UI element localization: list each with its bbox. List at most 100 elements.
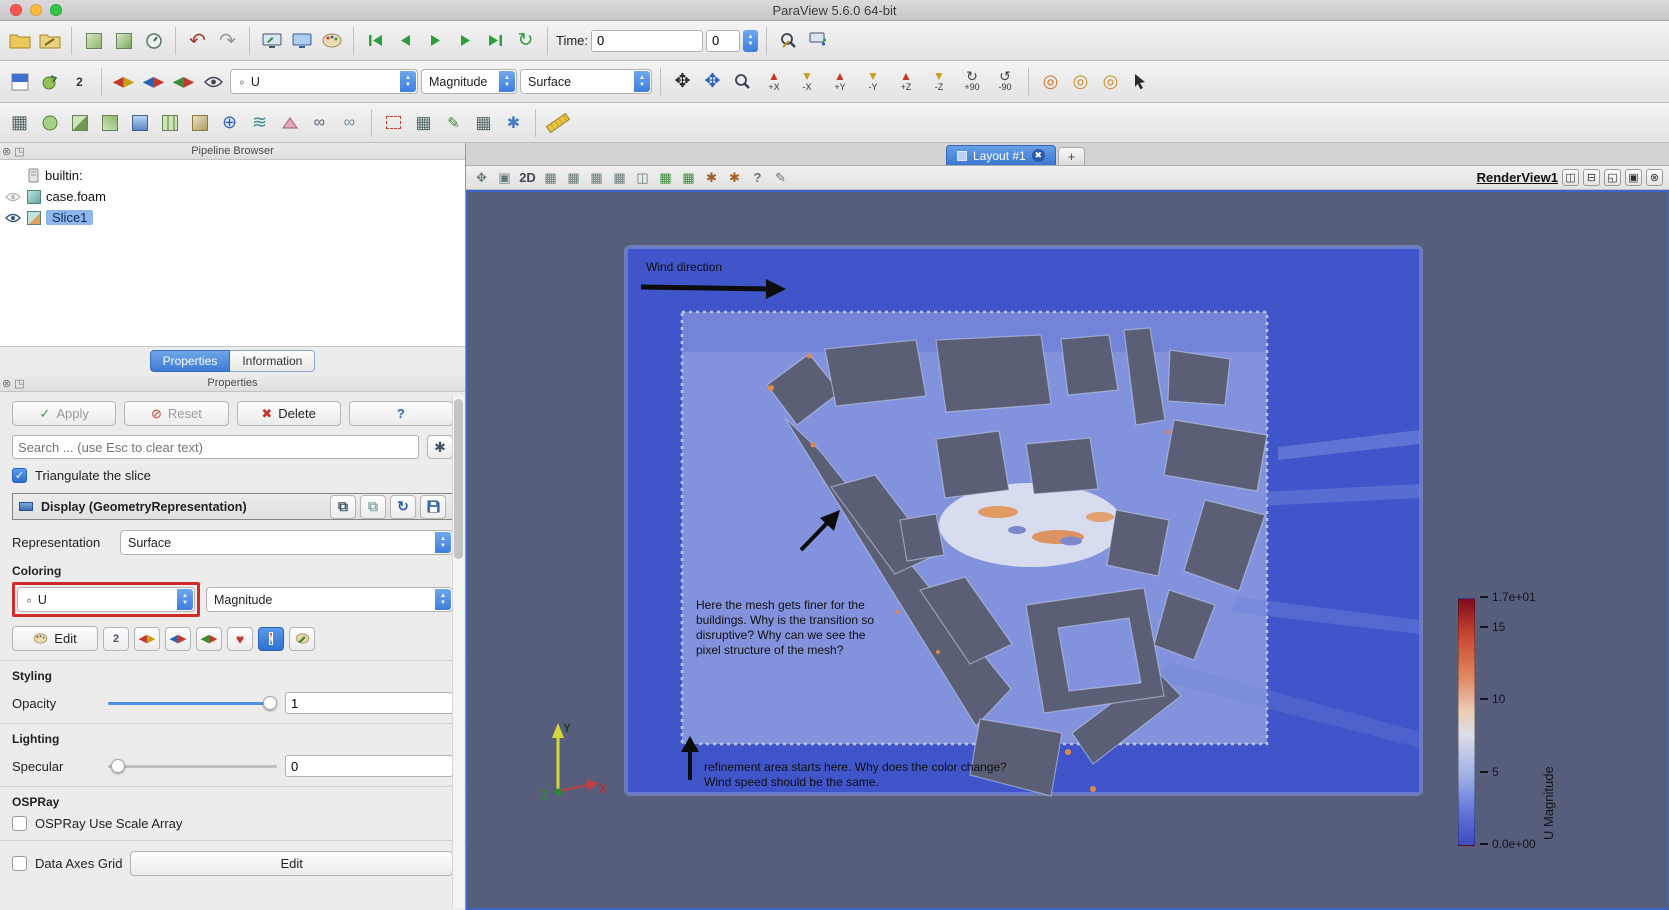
rescale-temporal-range-button[interactable]: ◀ ▶ — [196, 626, 222, 651]
threshold-icon[interactable] — [126, 109, 153, 136]
color-palette-icon[interactable] — [318, 27, 345, 54]
select-block-icon[interactable]: ◫ — [633, 168, 652, 187]
color-swatch-icon[interactable] — [6, 68, 33, 95]
rescale-visible-range-icon[interactable] — [200, 68, 227, 95]
layout-tab[interactable]: Layout #1 ✖ — [946, 145, 1056, 165]
data-axes-grid-checkbox[interactable] — [12, 856, 27, 871]
adjust-camera-icon[interactable]: ✥ — [472, 168, 491, 187]
hover-points-icon[interactable]: ✱ — [500, 109, 527, 136]
calculator-icon[interactable] — [36, 109, 63, 136]
pipeline-item-builtin[interactable]: builtin: — [0, 165, 465, 186]
group-datasets-icon[interactable]: ∞ — [306, 109, 333, 136]
rescale-custom-range-button[interactable]: ◀ ▶ — [165, 626, 191, 651]
spreadsheet-icon[interactable]: ▦ — [6, 109, 33, 136]
select-surface-points-icon[interactable]: ▦ — [564, 168, 583, 187]
reset-button[interactable]: ⊘ Reset — [124, 401, 229, 426]
view-minus-x-button[interactable]: ▼ -X — [792, 67, 822, 97]
color-legend-bar[interactable] — [1458, 598, 1475, 846]
scalar-coloring-icon[interactable] — [36, 68, 63, 95]
close-layout-tab-icon[interactable]: ✖ — [1031, 149, 1045, 162]
split-horizontal-button[interactable]: ◫ — [1562, 169, 1579, 186]
rescale-data-range-button[interactable]: ◀ ▶ — [134, 626, 160, 651]
hover-cells-icon[interactable]: ▦ — [470, 109, 497, 136]
specular-slider[interactable] — [108, 758, 277, 774]
select-frustum-points-icon[interactable]: ▦ — [610, 168, 629, 187]
pick-center-button[interactable]: ◎ — [1067, 68, 1094, 95]
edit-selection-icon[interactable]: ✎ — [771, 168, 790, 187]
ruler-icon[interactable] — [544, 109, 571, 136]
close-pipeline-panel-icon[interactable]: ⊗ — [2, 144, 11, 160]
view-plus-x-button[interactable]: ▲ +X — [759, 67, 789, 97]
component-combo[interactable]: Magnitude ▲ ▼ — [421, 69, 517, 94]
rotate-90-cw-button[interactable]: ↻ +90 — [957, 67, 987, 97]
visibility-eye-icon[interactable] — [5, 212, 22, 224]
time-input[interactable] — [591, 29, 704, 52]
show-center-axes-toggle[interactable]: ◎ — [1037, 68, 1064, 95]
specular-input[interactable] — [285, 755, 453, 777]
interactive-select-icon[interactable]: ✎ — [440, 109, 467, 136]
properties-scrollbar[interactable] — [452, 395, 464, 908]
zoom-to-data-icon[interactable]: ✥ — [699, 68, 726, 95]
hover-points-icon[interactable]: ✱ — [725, 168, 744, 187]
next-frame-icon[interactable] — [452, 27, 479, 54]
apply-button[interactable]: ✓ Apply — [12, 401, 117, 426]
paste-display-button[interactable]: ⧉ — [360, 494, 386, 519]
undock-pipeline-panel-icon[interactable]: ◳ — [14, 144, 24, 160]
save-display-button[interactable] — [420, 494, 446, 519]
triangulate-checkbox[interactable]: ✓ — [12, 468, 27, 483]
edit-color-map-button[interactable]: Edit — [12, 626, 98, 651]
close-properties-panel-icon[interactable]: ⊗ — [2, 376, 11, 392]
rescale-custom-range-icon[interactable]: ◀ ▶ — [140, 68, 167, 95]
toggle-color-legend-button[interactable] — [258, 626, 284, 651]
help-button[interactable]: ? — [348, 401, 453, 426]
rescale-temporal-range-icon[interactable]: ◀ ▶ — [170, 68, 197, 95]
search-options-button[interactable]: ✱ — [427, 435, 453, 459]
render-viewport[interactable]: Y X Z Wind direction Here the mesh gets … — [466, 190, 1669, 910]
edit-color-legend-button[interactable] — [289, 626, 315, 651]
choose-preset-button[interactable]: ♥ — [227, 626, 253, 651]
split-vertical-button[interactable]: ⊟ — [1583, 169, 1600, 186]
new-layout-tab-button[interactable]: + — [1057, 147, 1086, 165]
reset-center-button[interactable]: ◎ — [1097, 68, 1124, 95]
view-minus-z-button[interactable]: ▼ -Z — [924, 67, 954, 97]
view-plus-z-button[interactable]: ▲ +Z — [891, 67, 921, 97]
visibility-eye-icon[interactable] — [5, 191, 22, 203]
undo-icon[interactable]: ↶ — [184, 27, 211, 54]
rotate-90-ccw-button[interactable]: ↺ -90 — [990, 67, 1020, 97]
ospray-scale-array-checkbox[interactable] — [12, 816, 27, 831]
hover-cells-icon[interactable]: ✱ — [702, 168, 721, 187]
save-screenshot-icon[interactable] — [258, 27, 285, 54]
save-data-icon[interactable] — [36, 27, 63, 54]
opacity-input[interactable] — [285, 692, 453, 714]
pipeline-item-casefoam[interactable]: case.foam — [0, 186, 465, 207]
find-data-icon[interactable] — [775, 27, 802, 54]
zoom-to-box-icon[interactable] — [729, 68, 756, 95]
camera-mode-cursor-icon[interactable] — [1127, 68, 1154, 95]
render-view-name[interactable]: RenderView1 — [1477, 170, 1558, 185]
select-points-on-icon[interactable]: ▦ — [410, 109, 437, 136]
opacity-slider[interactable] — [108, 695, 278, 711]
slice-icon[interactable] — [96, 109, 123, 136]
warp-by-vector-icon[interactable] — [276, 109, 303, 136]
view-plus-y-button[interactable]: ▲ +Y — [825, 67, 855, 97]
interactive-select-cells-icon[interactable]: ▦ — [656, 168, 675, 187]
previous-frame-icon[interactable] — [392, 27, 419, 54]
extract-subset-icon[interactable] — [156, 109, 183, 136]
interactive-select-points-icon[interactable]: ▦ — [679, 168, 698, 187]
save-state-icon[interactable] — [110, 27, 137, 54]
camera-link-add-icon[interactable] — [805, 27, 832, 54]
preview-mode-icon[interactable] — [288, 27, 315, 54]
popout-view-button[interactable]: ◱ — [1604, 169, 1621, 186]
frame-stepper[interactable]: ▲ ▼ — [743, 29, 759, 52]
first-frame-icon[interactable] — [362, 27, 389, 54]
loop-icon[interactable]: ↻ — [512, 27, 539, 54]
coloring-component-select[interactable]: Magnitude ▲ ▼ — [206, 587, 453, 612]
tab-properties[interactable]: Properties — [149, 350, 231, 372]
delete-button[interactable]: ✖ Delete — [236, 401, 341, 426]
search-input[interactable] — [12, 435, 419, 459]
selection-help-icon[interactable]: ? — [748, 168, 767, 187]
play-icon[interactable] — [422, 27, 449, 54]
pipeline-item-slice1[interactable]: Slice1 — [0, 207, 465, 228]
auto-apply-icon[interactable] — [140, 27, 167, 54]
separate-color-map-button[interactable]: 2 — [103, 626, 129, 651]
